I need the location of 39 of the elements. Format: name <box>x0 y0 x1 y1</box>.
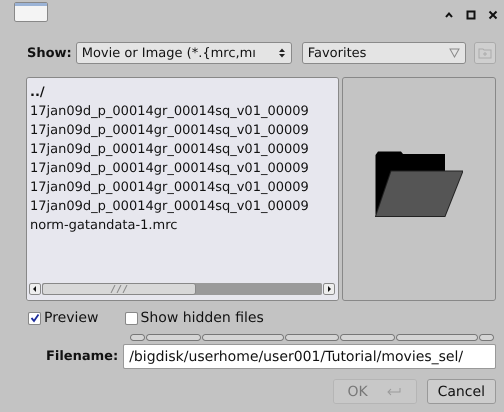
filename-label: Filename: <box>46 349 118 364</box>
scroll-left-icon[interactable] <box>29 283 41 295</box>
close-icon[interactable] <box>488 10 498 20</box>
filter-dropdown[interactable]: Movie or Image (*.{mrc,mı <box>76 42 292 64</box>
option-checkbox[interactable]: Show hidden files <box>124 310 264 326</box>
window-icon <box>14 2 48 22</box>
folder-icon <box>375 151 463 217</box>
file-item[interactable]: 17jan09d_p_00014gr_00014sq_v01_00009 <box>30 121 309 140</box>
cancel-button[interactable]: Cancel <box>426 379 496 404</box>
file-item[interactable]: 17jan09d_p_00014gr_00014sq_v01_00009 <box>30 140 309 159</box>
return-key-icon <box>386 386 402 396</box>
scroll-right-icon[interactable] <box>323 283 335 295</box>
path-segment[interactable] <box>146 334 202 341</box>
filename-field[interactable]: /bigdisk/userhome/user001/Tutorial/movies_sel/ <box>123 344 496 369</box>
path-segment[interactable] <box>396 334 478 341</box>
file-item[interactable]: 17jan09d_p_00014gr_00014sq_v01_00009 <box>30 178 309 197</box>
path-segment[interactable] <box>284 334 340 341</box>
scrollbar-thumb[interactable] <box>42 283 196 295</box>
dropdown-triangle-icon <box>449 48 460 58</box>
grip-icon <box>109 285 129 293</box>
file-item[interactable]: norm-gatandata-1.mrc <box>30 216 178 235</box>
spinner-icon <box>278 47 286 59</box>
path-segment[interactable] <box>340 334 396 341</box>
horizontal-scrollbar[interactable] <box>27 282 338 300</box>
new-folder-icon <box>478 47 492 59</box>
show-label: Show: <box>27 46 72 60</box>
path-segment[interactable] <box>202 334 284 341</box>
file-item[interactable]: 17jan09d_p_00014gr_00014sq_v01_00009 <box>30 102 309 121</box>
collapse-icon[interactable] <box>444 10 454 20</box>
location-dropdown[interactable]: Favorites <box>302 42 466 64</box>
file-item[interactable]: 17jan09d_p_00014gr_00014sq_v01_00009 <box>30 159 309 178</box>
file-item[interactable]: 17jan09d_p_00014gr_00014sq_v01_00009 <box>30 197 309 216</box>
file-item[interactable]: ../ <box>30 83 45 102</box>
maximize-icon[interactable] <box>466 10 476 20</box>
path-segment[interactable] <box>130 334 146 341</box>
path-segment[interactable] <box>478 334 494 341</box>
checkbox[interactable] <box>124 312 138 324</box>
option-checkbox[interactable]: Preview <box>28 310 98 326</box>
checkbox[interactable] <box>28 312 41 324</box>
